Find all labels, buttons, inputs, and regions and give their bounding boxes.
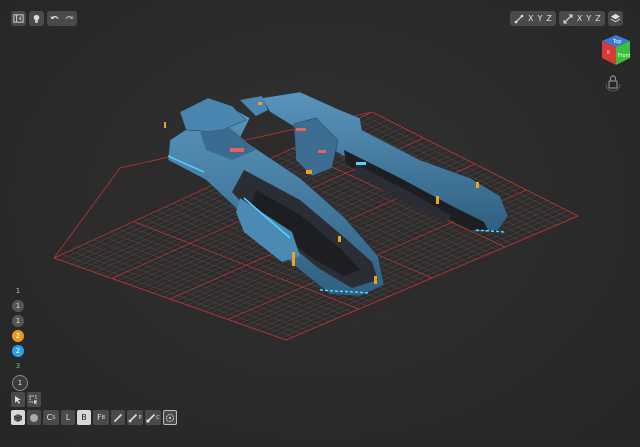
layer-number-4[interactable]: 2 xyxy=(12,330,24,342)
sphere-view-button[interactable] xyxy=(27,410,41,425)
cube-icon xyxy=(13,413,23,422)
panel-toggle-icon xyxy=(13,14,24,23)
lightbulb-icon xyxy=(33,14,40,23)
mirror-y-toggle[interactable]: Y xyxy=(537,14,542,23)
c-mode-button[interactable]: CS xyxy=(43,410,59,425)
pencil-icon xyxy=(113,413,123,422)
b-mode-button[interactable]: B xyxy=(77,410,91,425)
flip-y-toggle[interactable]: Y xyxy=(586,14,591,23)
mirror-axis-group[interactable]: X Y Z xyxy=(510,11,556,26)
brush-icon xyxy=(129,413,138,422)
flip-icon xyxy=(563,14,573,23)
scene xyxy=(53,91,579,341)
flip-axis-group[interactable]: X Y Z xyxy=(558,11,605,26)
pencil-tool-button[interactable] xyxy=(111,410,125,425)
selection-tools-row xyxy=(11,392,41,407)
redo-button[interactable] xyxy=(62,11,77,26)
l-mode-button[interactable]: L xyxy=(61,410,75,425)
pointer-icon xyxy=(15,395,21,404)
top-left-toolbar xyxy=(11,11,77,26)
nav-cube-graphic: Top Front R xyxy=(602,35,631,65)
orbit-lock-button[interactable] xyxy=(603,72,623,92)
layer-number-6[interactable]: 3 xyxy=(12,360,24,372)
layers-button[interactable] xyxy=(607,11,623,26)
lighting-button[interactable] xyxy=(29,11,44,26)
panel-toggle-button[interactable] xyxy=(11,11,26,26)
mirror-icon xyxy=(514,14,524,23)
3d-viewport[interactable]: X Y Z X Y Z Top Front R 1 1 1 2 2 3 1 C … xyxy=(0,0,640,447)
c-mode-sub: S xyxy=(52,414,56,421)
paint-c-button[interactable]: C xyxy=(145,410,161,425)
bottom-toolbar: CS L B FB P C xyxy=(11,410,177,425)
redo-icon xyxy=(65,16,74,20)
fill-brush-icon xyxy=(146,413,156,423)
lasso-icon xyxy=(166,413,174,422)
navigation-cube[interactable]: Top Front R xyxy=(598,32,634,68)
lock-icon xyxy=(605,75,621,92)
layer-number-3[interactable]: 1 xyxy=(12,315,24,327)
mirror-x-toggle[interactable]: X xyxy=(528,14,533,23)
layer-number-5[interactable]: 2 xyxy=(12,345,24,357)
nav-cube-front-label[interactable]: Front xyxy=(618,53,631,59)
undo-button[interactable] xyxy=(47,11,62,26)
nav-cube-top-label[interactable]: Top xyxy=(612,39,621,45)
b-mode-label: B xyxy=(81,413,87,422)
layer-number-7[interactable]: 1 xyxy=(12,375,28,391)
select-lasso-button[interactable] xyxy=(163,410,177,425)
select-pointer-button[interactable] xyxy=(11,392,25,407)
flip-z-toggle[interactable]: Z xyxy=(595,14,600,23)
undo-icon xyxy=(50,16,59,20)
box-select-icon xyxy=(29,395,37,404)
l-mode-label: L xyxy=(65,413,71,422)
f-mode-sub: B xyxy=(101,414,106,421)
sphere-icon xyxy=(30,413,38,422)
layers-icon xyxy=(610,13,621,23)
paint-p-button[interactable]: P xyxy=(127,410,143,425)
flip-x-toggle[interactable]: X xyxy=(577,14,582,23)
paint-p-sub: P xyxy=(138,414,142,421)
f-mode-button[interactable]: FB xyxy=(93,410,109,425)
nav-cube-right-label[interactable]: R xyxy=(607,50,610,55)
top-right-toolbar: X Y Z X Y Z xyxy=(510,11,623,26)
layer-number-2[interactable]: 1 xyxy=(12,300,24,312)
undo-redo-group xyxy=(47,11,77,26)
paint-c-sub: C xyxy=(156,414,160,421)
layer-number-1[interactable]: 1 xyxy=(12,285,24,297)
mirror-z-toggle[interactable]: Z xyxy=(546,14,551,23)
cube-view-button[interactable] xyxy=(11,410,25,425)
layer-number-column: 1 1 1 2 2 3 1 xyxy=(12,285,28,394)
select-box-button[interactable] xyxy=(27,392,41,407)
